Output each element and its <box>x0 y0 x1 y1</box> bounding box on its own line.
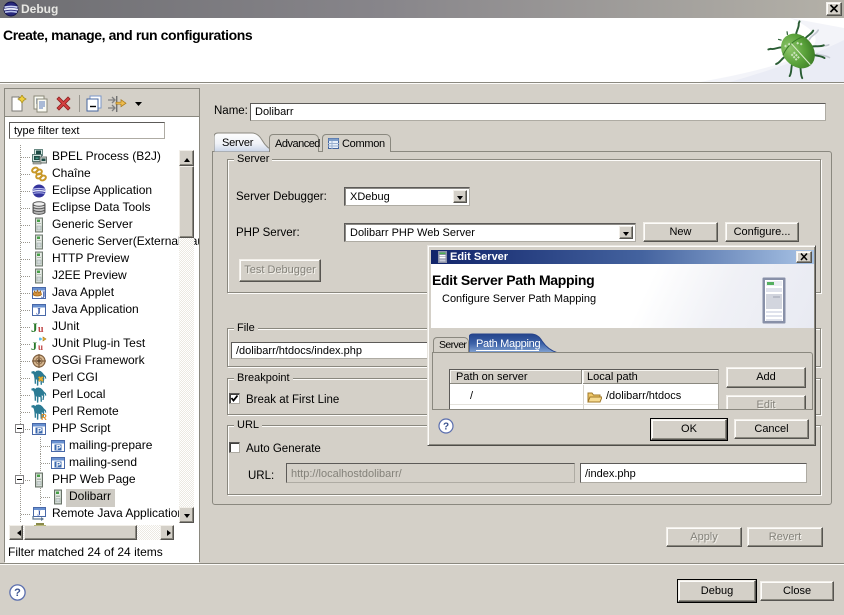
svg-text:?: ? <box>14 587 21 599</box>
svg-text:?: ? <box>443 422 449 433</box>
